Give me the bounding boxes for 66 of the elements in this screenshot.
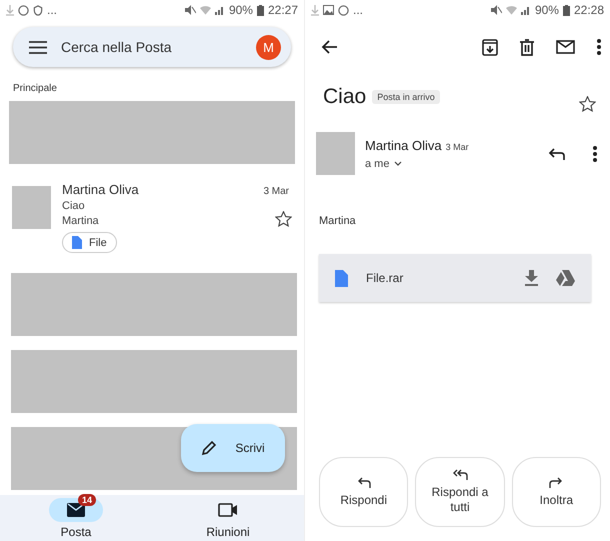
account-avatar[interactable]: M xyxy=(256,34,281,60)
attachment-chip[interactable]: File xyxy=(62,232,117,253)
clock: 22:27 xyxy=(268,3,298,17)
email-date: 3 Mar xyxy=(263,186,289,197)
signal-icon xyxy=(214,5,225,15)
mail-icon xyxy=(67,502,85,516)
reply-icon xyxy=(356,476,371,488)
compose-button[interactable]: Scrivi xyxy=(181,424,285,472)
video-camera-icon xyxy=(218,502,238,516)
unread-badge: 14 xyxy=(78,494,96,506)
attachment-card[interactable]: File.rar xyxy=(319,254,591,302)
sender-avatar xyxy=(316,132,355,175)
recipient-toggle[interactable]: a me xyxy=(365,158,538,170)
more-notifications: ... xyxy=(353,3,364,17)
file-icon xyxy=(72,236,82,249)
star-icon[interactable] xyxy=(275,211,292,227)
drive-icon[interactable] xyxy=(556,270,575,286)
action-button[interactable]: Rispondi xyxy=(319,457,408,527)
image-icon xyxy=(323,5,334,15)
more-icon[interactable] xyxy=(597,39,601,55)
download-icon xyxy=(311,4,319,16)
section-label: Principale xyxy=(13,83,58,94)
message-body: Martina xyxy=(319,215,357,227)
back-arrow-icon[interactable] xyxy=(321,40,337,54)
archive-icon[interactable] xyxy=(482,38,498,56)
battery-icon xyxy=(256,4,264,16)
delete-icon[interactable] xyxy=(520,38,534,56)
wifi-icon xyxy=(200,5,211,15)
forward-icon xyxy=(549,476,564,488)
chevron-down-icon xyxy=(394,161,402,166)
action-button[interactable]: Inoltra xyxy=(512,457,601,527)
battery-icon xyxy=(562,4,570,16)
sender-avatar xyxy=(12,186,51,229)
email-snippet: Martina xyxy=(62,215,99,227)
mute-icon xyxy=(184,5,196,15)
wifi-icon xyxy=(506,5,517,15)
sender-name: Martina Oliva xyxy=(62,182,139,197)
battery-level: 90% xyxy=(534,3,559,17)
download-icon[interactable] xyxy=(525,270,538,286)
chat-icon xyxy=(18,4,29,16)
message-subject: Ciao xyxy=(323,85,366,109)
chat-icon xyxy=(338,4,349,16)
mute-icon xyxy=(490,5,502,15)
reply-icon[interactable] xyxy=(548,148,565,160)
menu-icon[interactable] xyxy=(29,40,47,54)
file-icon xyxy=(335,270,348,286)
star-icon[interactable] xyxy=(579,96,596,112)
message-date: 3 Mar xyxy=(446,142,469,152)
pencil-icon xyxy=(201,440,218,456)
inbox-label: Posta in arrivo xyxy=(372,90,440,104)
email-subject: Ciao xyxy=(62,200,86,212)
envelope-icon[interactable] xyxy=(556,40,575,54)
shield-icon xyxy=(33,4,43,16)
clock: 22:28 xyxy=(574,3,604,17)
nav-tab[interactable]: Riunioni xyxy=(152,495,304,541)
action-button[interactable]: Rispondi a tutti xyxy=(415,457,505,527)
more-notifications: ... xyxy=(47,3,58,17)
sender-name: Martina Oliva xyxy=(365,138,442,152)
search-field[interactable]: Cerca nella Posta M xyxy=(13,27,291,67)
reply-all-icon xyxy=(452,469,468,480)
signal-icon xyxy=(520,5,531,15)
attachment-name: File.rar xyxy=(366,271,404,285)
more-icon[interactable] xyxy=(593,146,597,162)
nav-tab[interactable]: 14 Posta xyxy=(0,495,152,541)
download-icon xyxy=(6,4,14,16)
battery-level: 90% xyxy=(228,3,253,17)
